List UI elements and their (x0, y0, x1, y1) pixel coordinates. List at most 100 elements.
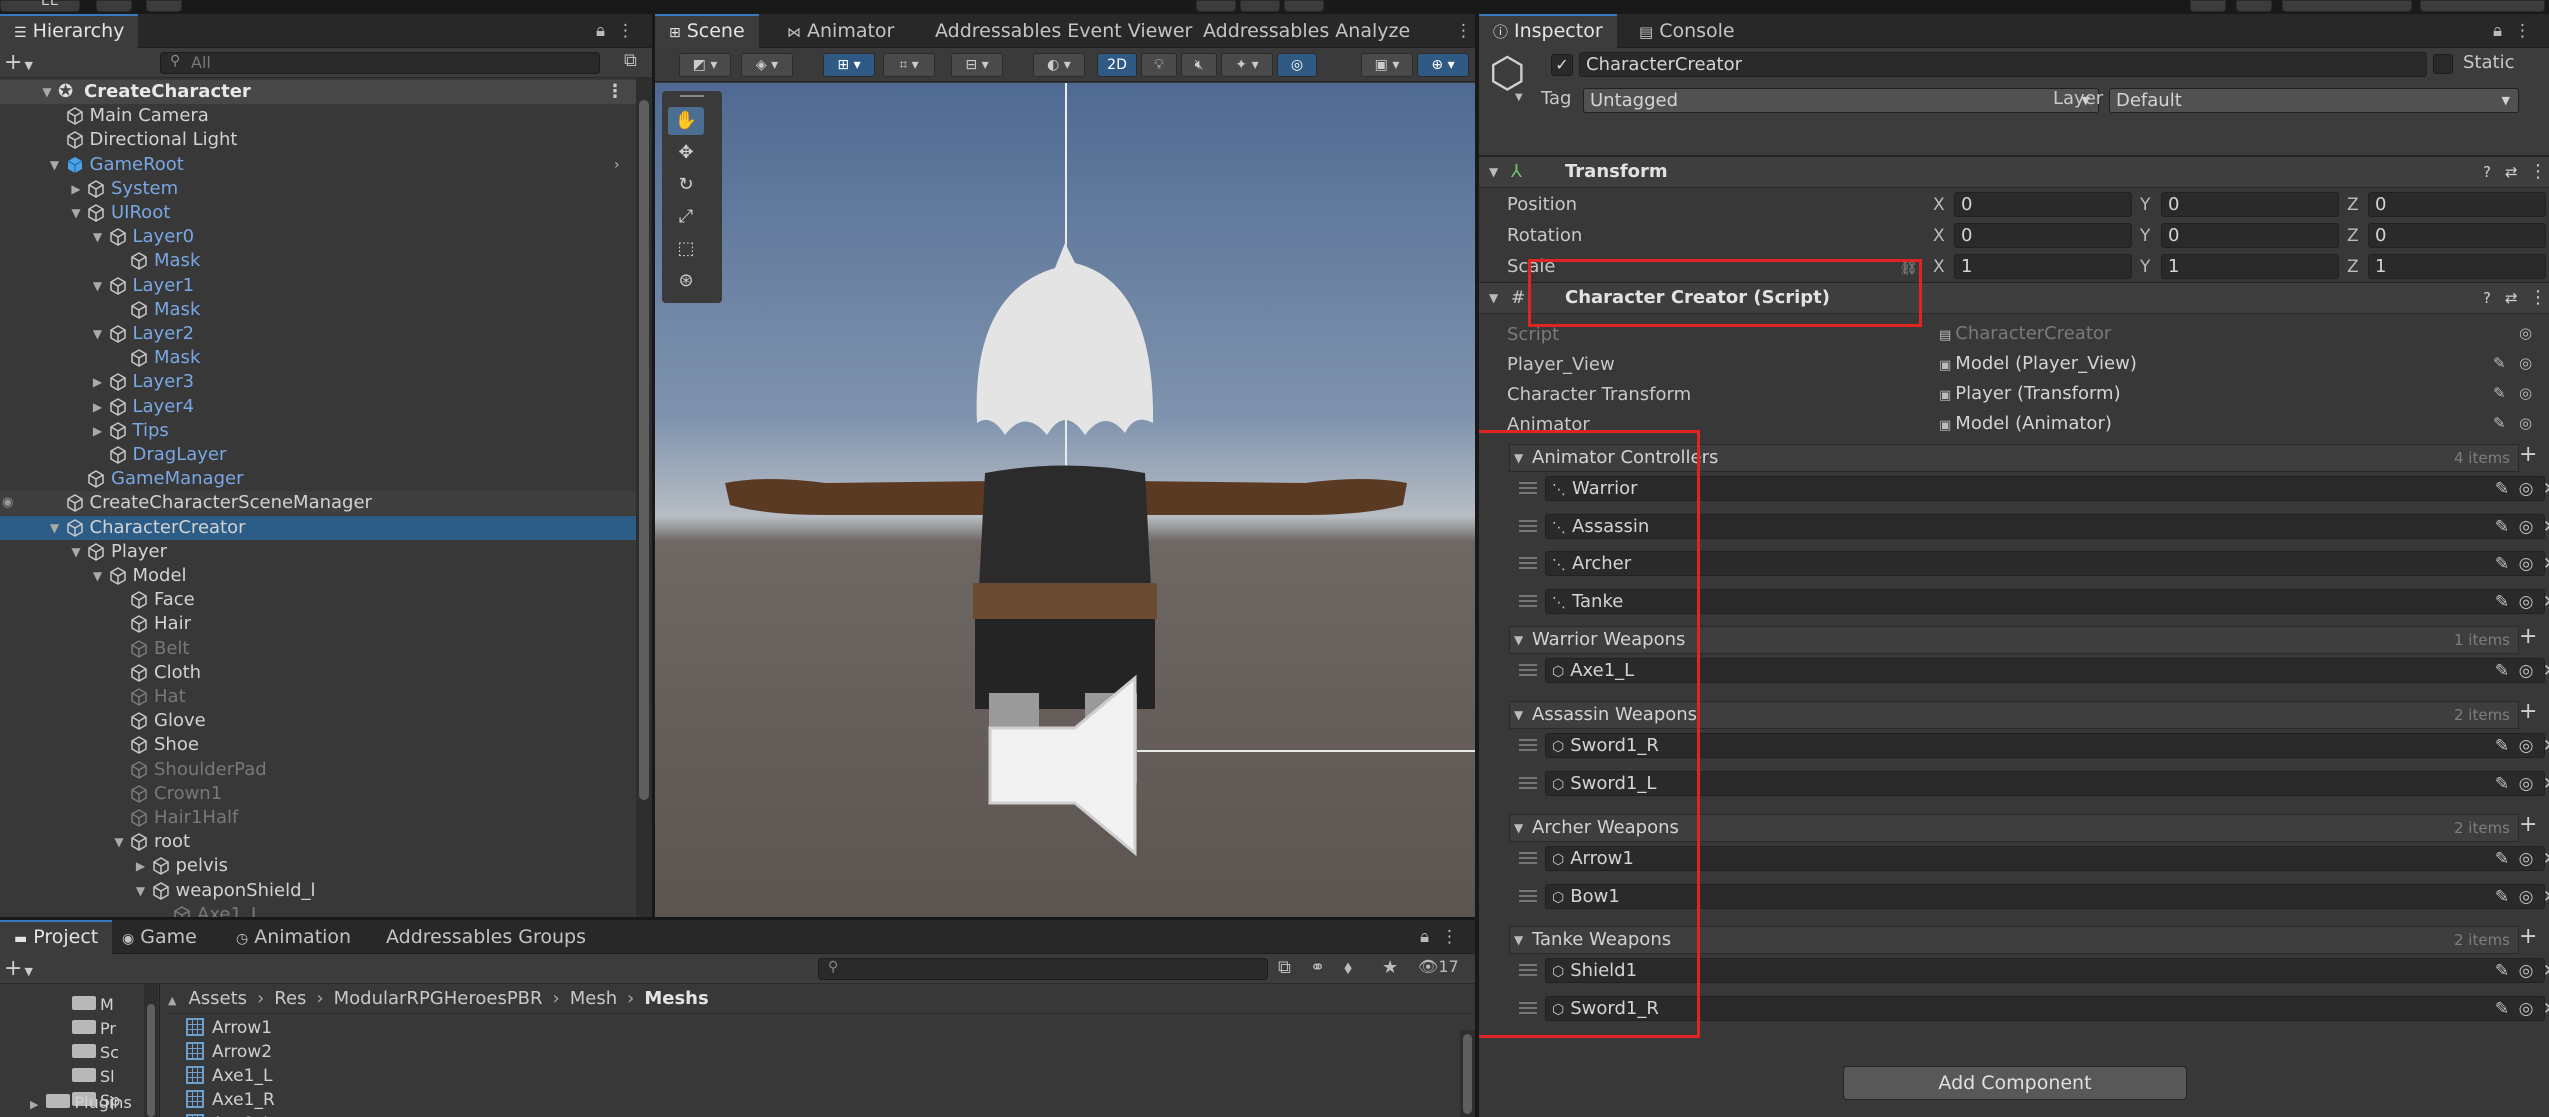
link-icon[interactable]: ⛓︎ (1899, 258, 1918, 276)
transform-rotation-x-input[interactable]: 0 (1954, 223, 2132, 248)
hierarchy-item-system[interactable]: ▶ System (0, 177, 636, 201)
object-picker-icon[interactable]: ◎ (2519, 414, 2532, 432)
remove-item-x-icon[interactable]: ✕ (2539, 549, 2549, 579)
file-item[interactable]: Axe1_L (186, 1064, 272, 1088)
tab-animation[interactable]: ◷ Animation (222, 920, 365, 954)
layers-dropdown[interactable] (2282, 0, 2412, 12)
hierarchy-item-gameroot[interactable]: ▼ GameRoot › (0, 153, 636, 177)
hierarchy-item-layer2[interactable]: ▼ Layer2 (0, 322, 636, 346)
tab-addressables-analyze[interactable]: Addressables Analyze (1189, 14, 1424, 48)
list-item-object-field[interactable]: ⬡ Bow1 (1545, 883, 2545, 909)
object-picker-icon[interactable]: ◎ (2515, 844, 2537, 874)
remove-item-x-icon[interactable]: ✕ (2539, 844, 2549, 874)
hierarchy-item-face[interactable]: Face (0, 588, 636, 612)
drag-handle-icon[interactable] (1519, 852, 1537, 864)
field-character-transform-object[interactable]: ▣ Player (Transform) (1933, 382, 2513, 407)
edit-pencil-icon[interactable]: ✎ (2491, 587, 2513, 617)
drag-handle-icon[interactable] (1519, 519, 1537, 532)
chevron-down-icon[interactable]: ▼ (1514, 702, 1523, 728)
increment-snap-toggle[interactable]: ⌗ ▾ (883, 53, 935, 77)
cloud-button[interactable] (96, 0, 132, 12)
transform-scale-x-input[interactable]: 1 (1954, 254, 2132, 279)
play-button[interactable] (1196, 0, 1236, 12)
list-item-object-field[interactable]: ⬡ Shield1 (1545, 958, 2545, 983)
preset-icon[interactable]: ⇄ (2505, 283, 2518, 313)
object-picker-icon[interactable]: ◎ (2515, 512, 2537, 542)
list-item-object-field[interactable]: ⬡ Sword1_R (1545, 995, 2545, 1021)
hierarchy-item-player[interactable]: ▼ Player (0, 540, 636, 564)
list-item-object-field[interactable]: ⬡ Sword1_L (1545, 770, 2545, 796)
scene-row[interactable]: ▼ ✪ CreateCharacter ⋮ (0, 80, 636, 104)
tab-scene[interactable]: ⊞ Scene (655, 14, 759, 48)
hierarchy-item-shoe[interactable]: Shoe (0, 733, 636, 757)
file-list-scroll-thumb[interactable] (1463, 1034, 1472, 1114)
file-item[interactable]: Arrow1 (186, 1016, 272, 1040)
help-icon[interactable]: ? (2483, 283, 2491, 313)
chevron-right-icon[interactable]: ▶ (91, 370, 105, 394)
breadcrumb-mesh[interactable]: Mesh (570, 988, 617, 1009)
list-item[interactable]: ⋱ Archer ✎◎✕ (1509, 549, 2549, 579)
transform-rotation-y-input[interactable]: 0 (2161, 223, 2339, 248)
field-player-view-object[interactable]: ▣ Model (Player_View) (1933, 352, 2513, 377)
remove-item-x-icon[interactable]: ✕ (2539, 656, 2549, 686)
palette-grip[interactable] (680, 95, 704, 97)
remove-item-x-icon[interactable]: ✕ (2539, 587, 2549, 617)
list-item-object-field[interactable]: ⋱ Warrior (1545, 476, 2545, 501)
kebab-menu-icon[interactable]: ⋮ (1441, 927, 1470, 947)
tab-console[interactable]: ▤ Console (1625, 14, 1749, 48)
scene-visibility-toggle[interactable]: ◎ (1277, 53, 1317, 77)
hierarchy-item-hair[interactable]: Hair (0, 612, 636, 636)
transform-rotation-z-input[interactable]: 0 (2368, 223, 2546, 248)
list-header-animator-controllers[interactable]: ▼ Animator Controllers 4 items (1509, 444, 2519, 472)
list-header-warrior-weapons[interactable]: ▼ Warrior Weapons 1 items (1509, 626, 2519, 654)
kebab-menu-icon[interactable]: ⋮ (2529, 157, 2547, 187)
hierarchy-item-createcharacterscenemanager[interactable]: CreateCharacterSceneManager ◉ (0, 491, 636, 516)
hand-tool-icon[interactable]: ✋ (668, 107, 704, 135)
chevron-down-icon[interactable]: ▼ (112, 830, 126, 854)
transform-scale-z-input[interactable]: 1 (2368, 254, 2546, 279)
shading-dropdown[interactable]: ◐ ▾ (1033, 53, 1085, 77)
grid-visibility-dropdown[interactable]: ⊟ ▾ (951, 53, 1003, 77)
drag-handle-icon[interactable] (1519, 776, 1537, 789)
hierarchy-scrollbar[interactable] (636, 78, 652, 917)
kebab-menu-icon[interactable]: ⋮ (1455, 14, 1475, 48)
scale-tool-icon[interactable]: ⤢ (668, 203, 704, 231)
drag-handle-icon[interactable] (1519, 557, 1537, 569)
favorite-star-icon[interactable]: ★ (1382, 957, 1398, 978)
chevron-right-icon[interactable]: ▶ (30, 1098, 38, 1111)
hierarchy-item-charactercreator[interactable]: ▼ CharacterCreator (0, 515, 636, 540)
lock-icon[interactable]: 🔒︎ (1420, 927, 1441, 947)
scene-visibility-button[interactable]: ⧉ (624, 50, 637, 71)
object-picker-icon[interactable]: ◎ (2515, 549, 2537, 579)
list-item[interactable]: ⬡ Shield1 ✎◎✕ (1509, 956, 2549, 986)
help-icon[interactable]: ? (2483, 157, 2491, 187)
draw-mode-dropdown[interactable]: ◩ ▾ (679, 53, 731, 77)
object-picker-icon[interactable]: ◎ (2519, 384, 2532, 402)
chevron-down-icon[interactable]: ▼ (48, 516, 62, 540)
collab-button[interactable] (146, 0, 182, 12)
effects-dropdown[interactable]: ✦ ▾ (1221, 53, 1273, 77)
transform-position-y-input[interactable]: 0 (2161, 192, 2339, 217)
hierarchy-item-belt[interactable]: Belt (0, 637, 636, 661)
edit-pencil-icon[interactable]: ✎ (2491, 882, 2513, 912)
hierarchy-item-axe1-l[interactable]: Axe1_L (0, 903, 636, 917)
rotate-tool-icon[interactable]: ↻ (668, 171, 704, 199)
edit-pencil-icon[interactable]: ✎ (2491, 549, 2513, 579)
step-button[interactable] (1284, 0, 1324, 12)
folder-item-plugins[interactable]: ▶ Plugins (30, 1092, 132, 1114)
chevron-up-icon[interactable]: ▲ (168, 994, 176, 1007)
add-item-plus-icon[interactable]: + (2519, 924, 2537, 949)
hierarchy-item-mask[interactable]: Mask (0, 346, 636, 370)
edit-pencil-icon[interactable]: ✎ (2493, 414, 2506, 432)
gizmos-dropdown[interactable]: ⊕ ▾ (1417, 53, 1469, 77)
chevron-down-icon[interactable]: ▼ (91, 274, 105, 298)
add-item-plus-icon[interactable]: + (2519, 699, 2537, 724)
file-list-scrollbar[interactable] (1460, 1030, 1475, 1117)
hierarchy-item-gamemanager[interactable]: GameManager (0, 467, 636, 491)
tab-project[interactable]: ▬ Project (0, 920, 113, 954)
rect-tool-icon[interactable]: ⬚ (668, 235, 704, 263)
list-item-object-field[interactable]: ⬡ Axe1_L (1545, 658, 2545, 683)
chevron-down-icon[interactable]: ▼ (48, 153, 62, 177)
static-checkbox[interactable] (2433, 54, 2453, 74)
edit-pencil-icon[interactable]: ✎ (2491, 474, 2513, 504)
